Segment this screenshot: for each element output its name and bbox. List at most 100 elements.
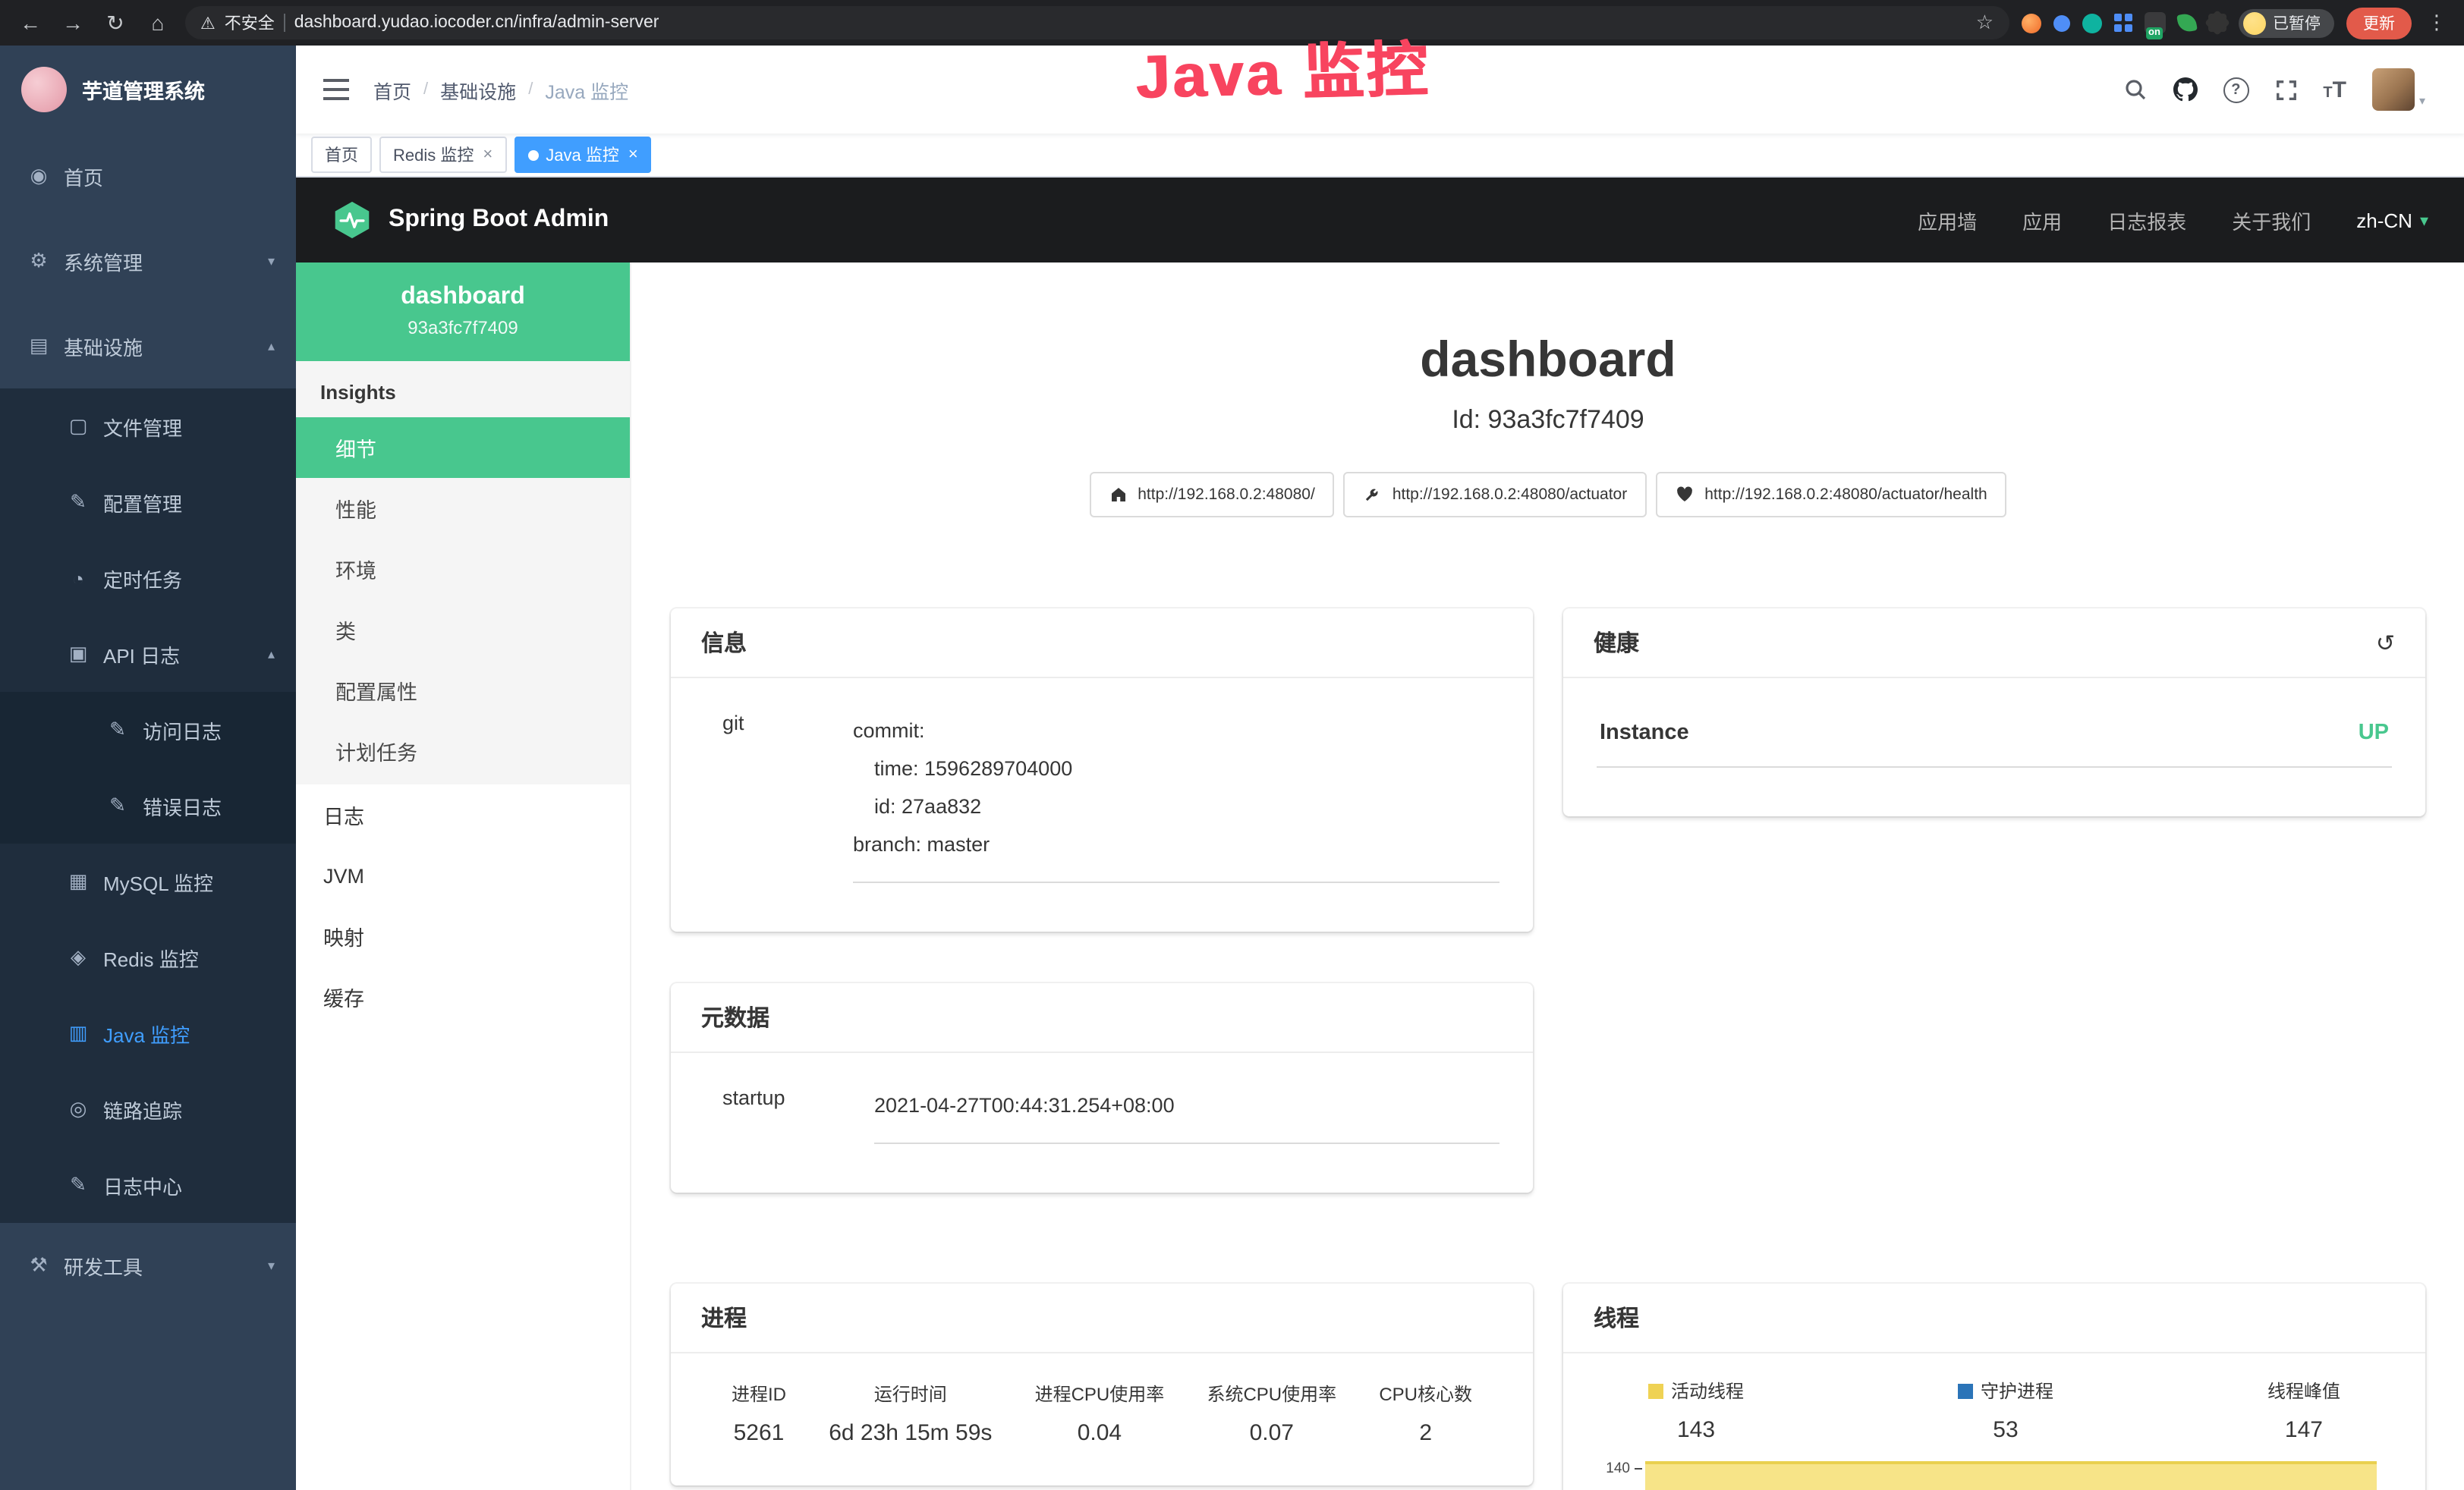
sba-nav-wallboard[interactable]: 应用墙	[1918, 206, 1977, 234]
sidebar-item-home[interactable]: ◉ 首页	[0, 134, 296, 218]
sba-menu-metrics[interactable]: 性能	[296, 478, 630, 539]
sidebar-item-access-logs[interactable]: ✎ 访问日志	[0, 692, 296, 768]
browser-menu-icon[interactable]: ⋮	[2424, 11, 2450, 35]
extension-icon-grid[interactable]	[2113, 14, 2132, 32]
browser-home-icon[interactable]: ⌂	[143, 8, 173, 38]
metadata-key: startup	[722, 1077, 874, 1144]
tab-home[interactable]: 首页	[311, 137, 372, 173]
help-icon[interactable]: ?	[2223, 77, 2248, 102]
extension-icon-teal[interactable]	[2082, 13, 2101, 33]
sidebar-item-log-center[interactable]: ✎ 日志中心	[0, 1147, 296, 1223]
spring-boot-admin-frame: Spring Boot Admin 应用墙 应用 日志报表 关于我们 zh-CN…	[296, 178, 2464, 1490]
close-icon[interactable]: ×	[483, 146, 492, 164]
health-instance-row[interactable]: Instance UP	[1597, 703, 2392, 768]
redis-icon: ◈	[67, 945, 90, 970]
address-bar[interactable]: ⚠ 不安全 dashboard.yudao.iocoder.cn/infra/a…	[185, 6, 2009, 39]
instance-link-root[interactable]: http://192.168.0.2:48080/	[1089, 472, 1335, 517]
reload-icon[interactable]: ↻	[100, 8, 131, 38]
sidebar-item-infrastructure[interactable]: ▤ 基础设施 ▴	[0, 303, 296, 388]
instance-link-health[interactable]: http://192.168.0.2:48080/actuator/health	[1656, 472, 2006, 517]
sidebar-item-java-monitor[interactable]: ▥ Java 监控	[0, 995, 296, 1071]
log-icon: ✎	[106, 794, 129, 818]
sidebar-item-label: 链路追踪	[103, 1095, 182, 1124]
sidebar-item-tracing[interactable]: ◎ 链路追踪	[0, 1071, 296, 1147]
sidebar-item-config-mgmt[interactable]: ✎ 配置管理	[0, 464, 296, 540]
info-card-title: 信息	[671, 608, 1533, 678]
metadata-card: 元数据 startup 2021-04-27T00:44:31.254+08:0…	[671, 983, 1533, 1193]
instance-link-actuator[interactable]: http://192.168.0.2:48080/actuator	[1344, 472, 1647, 517]
sba-menu-details[interactable]: 细节	[296, 417, 630, 478]
sidebar-item-system-mgmt[interactable]: ⚙ 系统管理 ▾	[0, 218, 296, 303]
font-size-small: T	[2323, 84, 2332, 101]
sba-nav-journal[interactable]: 日志报表	[2107, 206, 2186, 234]
extension-icon-orange[interactable]	[2021, 13, 2041, 33]
app-logo	[21, 67, 67, 112]
instance-header[interactable]: dashboard 93a3fc7f7409	[296, 262, 630, 361]
metric-system-cpu: 系统CPU使用率 0.07	[1207, 1381, 1336, 1446]
sba-menu-loggers[interactable]: 日志	[296, 784, 630, 845]
locale-selector[interactable]: zh-CN ▾	[2356, 209, 2428, 231]
sba-menu-jvm[interactable]: JVM	[296, 845, 630, 906]
sidebar-item-error-logs[interactable]: ✎ 错误日志	[0, 768, 296, 844]
sba-menu-classes[interactable]: 类	[296, 599, 630, 660]
extension-icon-blue-drop[interactable]	[2053, 14, 2069, 31]
font-size-icon[interactable]: TT	[2323, 78, 2346, 101]
instance-name: dashboard	[311, 284, 615, 311]
app-title: 芋道管理系统	[82, 74, 205, 105]
extension-icon-adblock-on[interactable]: on	[2144, 12, 2165, 33]
browser-update-button[interactable]: 更新	[2346, 7, 2412, 39]
home-icon	[1109, 486, 1127, 504]
tab-java-monitor[interactable]: Java 监控 ×	[514, 137, 651, 173]
sba-brand[interactable]: Spring Boot Admin	[332, 200, 609, 240]
sba-header: Spring Boot Admin 应用墙 应用 日志报表 关于我们 zh-CN…	[296, 178, 2464, 262]
chevron-down-icon: ▾	[2420, 210, 2428, 230]
tools-icon: ⚒	[27, 1253, 50, 1278]
sidebar-item-dev-tools[interactable]: ⚒ 研发工具 ▾	[0, 1223, 296, 1308]
breadcrumb-home[interactable]: 首页	[373, 75, 411, 104]
clock-icon: ◔	[67, 567, 90, 589]
sba-menu-environment[interactable]: 环境	[296, 539, 630, 599]
sba-nav-about[interactable]: 关于我们	[2232, 206, 2311, 234]
sba-menu-mappings[interactable]: 映射	[296, 906, 630, 967]
instance-link-label: http://192.168.0.2:48080/	[1138, 486, 1315, 504]
search-icon[interactable]	[2123, 77, 2147, 102]
sba-menu-config-props[interactable]: 配置属性	[296, 660, 630, 721]
forward-icon[interactable]: →	[58, 8, 88, 38]
sidebar-item-scheduled-jobs[interactable]: ◔ 定时任务	[0, 540, 296, 616]
breadcrumb-separator: /	[423, 80, 428, 99]
gear-icon: ⚙	[27, 249, 50, 273]
sidebar-item-mysql-monitor[interactable]: ▦ MySQL 监控	[0, 844, 296, 919]
security-label[interactable]: 不安全	[225, 11, 275, 35]
bookmark-star-icon[interactable]: ☆	[1976, 11, 1994, 35]
metric-label: 运行时间	[829, 1381, 992, 1407]
close-icon[interactable]: ×	[628, 146, 638, 164]
back-icon[interactable]: ←	[15, 8, 46, 38]
github-icon[interactable]	[2173, 77, 2197, 102]
status-badge: UP	[2359, 721, 2389, 745]
user-menu[interactable]: ▾	[2372, 68, 2425, 111]
avatar	[2372, 68, 2415, 111]
profile-emoji-icon	[2242, 11, 2265, 34]
sidebar-toggle-icon[interactable]	[323, 79, 349, 100]
sidebar-item-file-mgmt[interactable]: ▢ 文件管理	[0, 388, 296, 464]
history-icon[interactable]: ↺	[2376, 629, 2395, 656]
edit-icon: ✎	[67, 490, 90, 514]
sidebar-item-redis-monitor[interactable]: ◈ Redis 监控	[0, 919, 296, 995]
sidebar-item-api-logs[interactable]: ▣ API 日志 ▴	[0, 616, 296, 692]
cards-grid: 信息 git commit: time: 1596289704000 id: 2…	[671, 608, 2425, 1490]
sba-menu-scheduled-tasks[interactable]: 计划任务	[296, 721, 630, 781]
breadcrumb-infrastructure[interactable]: 基础设施	[440, 75, 516, 104]
extension-icon-pinwheel[interactable]	[2208, 14, 2226, 32]
url-text[interactable]: dashboard.yudao.iocoder.cn/infra/admin-s…	[294, 14, 659, 32]
sba-menu-caches[interactable]: 缓存	[296, 967, 630, 1027]
fullscreen-icon[interactable]	[2274, 78, 2297, 101]
app-logo-area[interactable]: 芋道管理系统	[0, 46, 296, 134]
sidebar-item-label: 错误日志	[143, 791, 222, 820]
profile-paused-chip[interactable]: 已暂停	[2238, 8, 2334, 37]
extension-icon-green-leaf[interactable]	[2176, 12, 2197, 33]
profile-paused-label: 已暂停	[2273, 11, 2321, 34]
breadcrumb-separator: /	[528, 80, 533, 99]
sba-nav-applications[interactable]: 应用	[2022, 206, 2062, 234]
tab-redis-monitor[interactable]: Redis 监控 ×	[379, 137, 506, 173]
database-icon: ▦	[67, 869, 90, 894]
